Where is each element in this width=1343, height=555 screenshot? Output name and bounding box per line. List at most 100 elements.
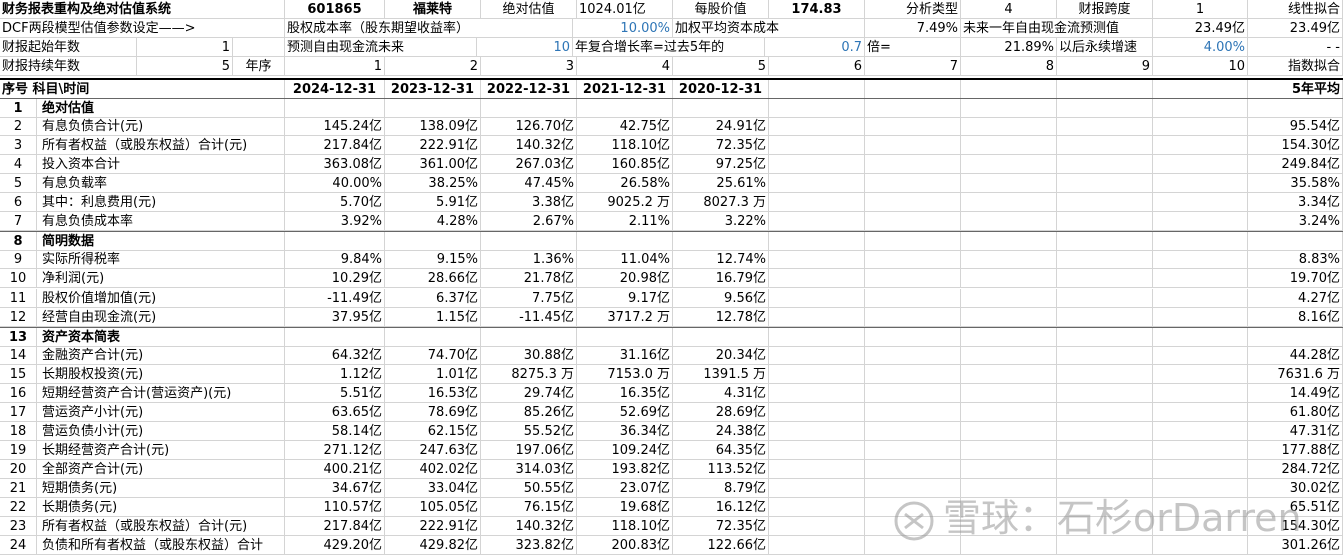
row-number[interactable]: 12 [0,307,37,327]
wacc-value[interactable]: 7.49% [865,19,961,38]
value-cell-year-1[interactable]: 271.12亿 [285,440,385,460]
value-cell-year-3[interactable]: 140.32亿 [481,136,577,156]
empty-cell[interactable] [961,327,1057,347]
empty-cell[interactable] [1153,250,1248,270]
empty-cell[interactable] [1057,479,1153,498]
year-seq-4[interactable]: 4 [577,57,673,76]
year-seq-label[interactable]: 年序 [233,57,285,76]
empty-cell[interactable] [865,459,961,479]
five-year-avg-cell[interactable]: 47.31亿 [1248,421,1343,441]
empty-cell[interactable] [769,232,865,252]
header-empty-cell[interactable] [769,80,865,99]
empty-cell[interactable] [1057,174,1153,194]
row-number[interactable]: 24 [0,536,37,555]
value-cell-year-3[interactable] [481,99,577,118]
five-year-avg-cell[interactable]: 7631.6 万 [1248,364,1343,384]
empty-cell[interactable] [961,421,1057,441]
value-cell-year-1[interactable] [285,99,385,118]
value-cell-year-4[interactable]: 9025.2 万 [577,193,673,213]
empty-cell[interactable] [769,479,865,498]
year-seq-6[interactable]: 6 [769,57,865,76]
value-cell-year-2[interactable]: 138.09亿 [385,117,481,137]
value-cell-year-5[interactable]: 72.35亿 [673,136,769,156]
row-subject[interactable]: 所有者权益（或股东权益）合计(元) [37,517,285,537]
abs-valuation-value[interactable]: 1024.01亿 [577,0,673,19]
empty-cell[interactable] [1057,269,1153,289]
fcf-next-value[interactable]: 23.49亿 [1153,19,1248,38]
row-number[interactable]: 4 [0,155,37,175]
value-cell-year-4[interactable]: 52.69亿 [577,402,673,422]
row-number[interactable]: 20 [0,459,37,479]
empty-cell[interactable] [1153,193,1248,213]
value-cell-year-1[interactable]: 363.08亿 [285,155,385,175]
row-number[interactable]: 22 [0,498,37,518]
equity-cost-input[interactable]: 10.00% [573,19,673,38]
five-year-avg-cell[interactable]: 249.84亿 [1248,155,1343,175]
value-cell-year-4[interactable]: 118.10亿 [577,517,673,537]
empty-cell[interactable] [1153,174,1248,194]
value-cell-year-3[interactable]: 8275.3 万 [481,364,577,384]
empty-cell[interactable] [769,99,865,118]
row-number[interactable]: 19 [0,440,37,460]
value-cell-year-3[interactable]: 2.67% [481,212,577,232]
value-cell-year-5[interactable]: 113.52亿 [673,459,769,479]
header-empty-cell[interactable] [1153,80,1248,99]
empty-cell[interactable] [1153,364,1248,384]
value-cell-year-2[interactable]: 222.91亿 [385,136,481,156]
value-cell-year-5[interactable]: 72.35亿 [673,517,769,537]
value-cell-year-1[interactable] [285,327,385,347]
empty-cell[interactable] [865,402,961,422]
row-number[interactable]: 5 [0,174,37,194]
row-subject[interactable]: 其中：利息费用(元) [37,193,285,213]
row-number[interactable]: 2 [0,117,37,137]
value-cell-year-4[interactable]: 42.75亿 [577,117,673,137]
row-subject[interactable]: 实际所得税率 [37,250,285,270]
value-cell-year-2[interactable]: 62.15亿 [385,421,481,441]
empty-cell[interactable] [961,307,1057,327]
empty-cell[interactable] [865,307,961,327]
row-number[interactable]: 7 [0,212,37,232]
row-number[interactable]: 3 [0,136,37,156]
empty-cell[interactable] [1057,232,1153,252]
per-share-label[interactable]: 每股价值 [673,0,769,19]
row-number[interactable]: 10 [0,269,37,289]
value-cell-year-2[interactable]: 1.15亿 [385,307,481,327]
empty-cell[interactable] [1057,136,1153,156]
empty-cell[interactable] [961,517,1057,537]
year-seq-3[interactable]: 3 [481,57,577,76]
empty-cell[interactable] [865,155,961,175]
date-header-4[interactable]: 2021-12-31 [577,80,673,99]
value-cell-year-2[interactable]: 9.15% [385,250,481,270]
value-cell-year-1[interactable]: 217.84亿 [285,517,385,537]
row-number[interactable]: 6 [0,193,37,213]
value-cell-year-2[interactable]: 105.05亿 [385,498,481,518]
date-header-2[interactable]: 2023-12-31 [385,80,481,99]
empty-cell[interactable] [769,193,865,213]
empty-cell[interactable] [769,517,865,537]
empty-cell[interactable] [1153,99,1248,118]
row-number[interactable]: 18 [0,421,37,441]
empty-cell[interactable] [865,232,961,252]
start-year-label[interactable]: 财报起始年数 [0,38,137,57]
empty-cell[interactable] [1057,421,1153,441]
value-cell-year-1[interactable]: -11.49亿 [285,288,385,308]
empty-cell[interactable] [961,402,1057,422]
value-cell-year-5[interactable]: 16.12亿 [673,498,769,518]
five-year-avg-cell[interactable] [1248,327,1343,347]
empty-cell[interactable] [1057,327,1153,347]
value-cell-year-5[interactable] [673,327,769,347]
empty-cell[interactable] [1057,459,1153,479]
fcf-next-label[interactable]: 未来一年自由现金流预测值 [961,19,1153,38]
abs-valuation-label[interactable]: 绝对估值 [481,0,577,19]
linear-fit-label[interactable]: 线性拟合 [1248,0,1343,19]
row-subject[interactable]: 所有者权益（或股东权益）合计(元) [37,136,285,156]
empty-cell[interactable] [769,402,865,422]
value-cell-year-4[interactable]: 9.17亿 [577,288,673,308]
empty-cell[interactable] [1153,440,1248,460]
value-cell-year-4[interactable]: 19.68亿 [577,498,673,518]
year-seq-2[interactable]: 2 [385,57,481,76]
row-subject[interactable]: 简明数据 [37,232,285,252]
empty-cell[interactable] [1153,288,1248,308]
value-cell-year-1[interactable]: 5.70亿 [285,193,385,213]
empty-cell[interactable] [961,269,1057,289]
